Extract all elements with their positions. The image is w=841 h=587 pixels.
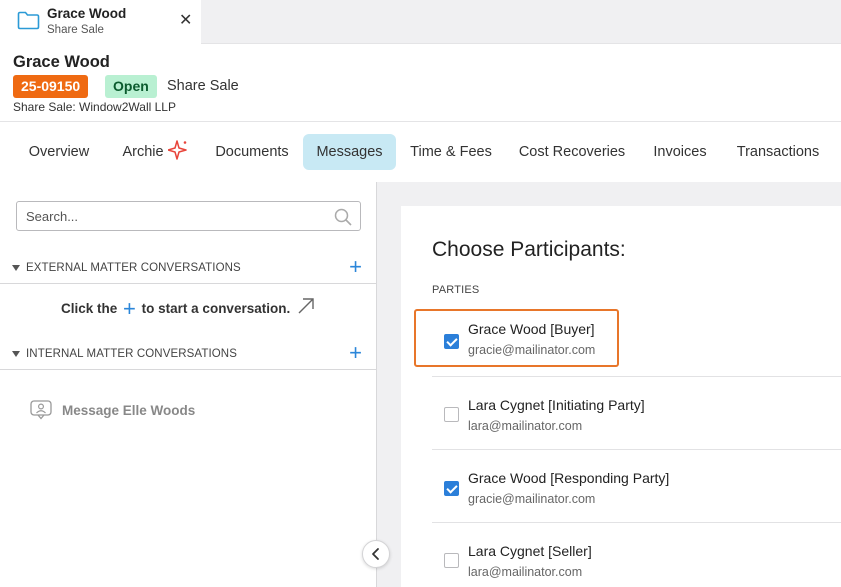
party-checkbox[interactable] [444, 334, 459, 349]
divider [0, 369, 376, 370]
divider [0, 283, 376, 284]
start-conversation-hint: Click the + to start a conversation. [0, 296, 376, 322]
internal-conversations-header[interactable]: INTERNAL MATTER CONVERSATIONS + [0, 340, 376, 370]
matter-number-badge: 25-09150 [13, 75, 89, 98]
conversations-panel: EXTERNAL MATTER CONVERSATIONS + Click th… [0, 182, 377, 587]
folder-icon [17, 11, 40, 30]
party-checkbox[interactable] [444, 407, 459, 422]
plus-icon: + [123, 296, 136, 321]
tab-transactions[interactable]: Transactions [722, 134, 834, 170]
search-icon[interactable] [334, 208, 352, 226]
participants-card: Choose Participants: PARTIES Grace Wood … [401, 206, 841, 587]
tab-cost-recoveries[interactable]: Cost Recoveries [506, 134, 638, 170]
search-box [16, 201, 361, 231]
contact-icon [30, 400, 52, 420]
tab-invoices[interactable]: Invoices [642, 134, 718, 170]
party-row[interactable]: Grace Wood [Responding Party] gracie@mai… [432, 450, 841, 524]
matter-type: Share Sale [167, 78, 239, 94]
tab-subtitle: Share Sale [47, 24, 104, 36]
add-internal-conversation-button[interactable]: + [349, 342, 362, 364]
status-badge: Open [105, 75, 157, 98]
sparkle-icon [167, 140, 187, 160]
external-conversations-header[interactable]: EXTERNAL MATTER CONVERSATIONS + [0, 254, 376, 284]
tab-time-fees[interactable]: Time & Fees [400, 134, 502, 170]
collapse-panel-button[interactable] [362, 540, 390, 568]
page-title: Grace Wood [13, 53, 110, 71]
matter-tab[interactable]: Grace Wood Share Sale ✕ [0, 0, 201, 44]
add-external-conversation-button[interactable]: + [349, 256, 362, 278]
party-row[interactable]: Grace Wood [Buyer] gracie@mailinator.com [432, 304, 841, 378]
tab-overview[interactable]: Overview [14, 134, 104, 170]
party-checkbox[interactable] [444, 481, 459, 496]
caret-down-icon[interactable] [12, 265, 20, 271]
close-tab-icon[interactable]: ✕ [179, 12, 192, 30]
arrow-up-right-icon [298, 298, 314, 314]
tab-strip: Grace Wood Share Sale ✕ [0, 0, 841, 44]
tab-title: Grace Wood [47, 6, 127, 21]
participants-panel: Choose Participants: PARTIES Grace Wood … [377, 182, 841, 587]
matter-nav: Overview Archie Documents Messages Time … [0, 121, 841, 182]
search-input[interactable] [17, 202, 317, 230]
tab-messages[interactable]: Messages [303, 134, 396, 170]
matter-subtitle: Share Sale: Window2Wall LLP [13, 100, 176, 114]
choose-participants-heading: Choose Participants: [432, 238, 626, 261]
tab-archie[interactable]: Archie [108, 134, 202, 170]
chevron-left-icon [372, 548, 379, 560]
parties-label: PARTIES [432, 284, 480, 296]
tab-documents[interactable]: Documents [204, 134, 300, 170]
party-row[interactable]: Lara Cygnet [Initiating Party] lara@mail… [432, 377, 841, 451]
caret-down-icon[interactable] [12, 351, 20, 357]
party-row[interactable]: Lara Cygnet [Seller] lara@mailinator.com [432, 523, 841, 587]
party-checkbox[interactable] [444, 553, 459, 568]
